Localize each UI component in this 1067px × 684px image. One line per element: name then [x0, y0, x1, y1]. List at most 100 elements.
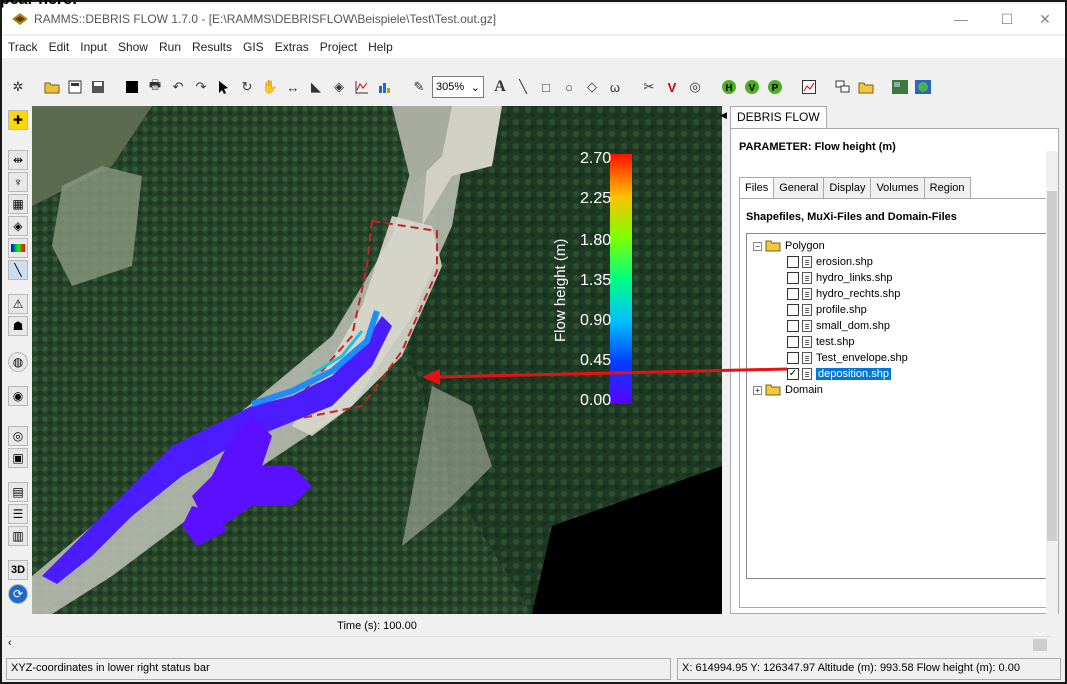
globe-icon[interactable] [913, 77, 933, 97]
scrollbar-thumb[interactable] [1033, 639, 1047, 651]
histogram-icon[interactable] [375, 77, 395, 97]
redo-icon[interactable]: ↷ [191, 77, 211, 97]
target-icon[interactable]: ◎ [685, 77, 705, 97]
lamp-icon[interactable]: ♆ [8, 172, 28, 192]
save-icon[interactable] [88, 77, 108, 97]
checkbox[interactable] [787, 336, 799, 348]
tree-file[interactable]: Test_envelope.shp [787, 350, 908, 366]
polygon-tool-icon[interactable]: ◇ [582, 77, 602, 97]
folder-icon[interactable] [856, 77, 876, 97]
checkbox[interactable] [787, 304, 799, 316]
menu-extras[interactable]: Extras [275, 40, 309, 54]
rotate-icon[interactable]: ↻ [237, 77, 257, 97]
freehand-tool-icon[interactable]: ω [605, 77, 625, 97]
pen-icon[interactable]: ✎ [409, 77, 429, 97]
gray-circle-icon[interactable]: ◍ [8, 352, 28, 372]
panel-scrollbar[interactable] [1046, 151, 1058, 619]
hazard-icon[interactable]: ☗ [8, 316, 28, 336]
map-image-icon[interactable] [890, 77, 910, 97]
eraser-icon[interactable]: ◈ [329, 77, 349, 97]
add-icon[interactable]: ✚ [8, 110, 28, 130]
file-icon [802, 368, 812, 380]
menu-project[interactable]: Project [320, 40, 357, 54]
v-red-icon[interactable]: V [662, 77, 682, 97]
line-tool-icon[interactable]: ╲ [513, 77, 533, 97]
table-icon[interactable]: ▥ [8, 526, 28, 546]
tab-debris-flow[interactable]: DEBRIS FLOW [730, 106, 827, 128]
record-icon[interactable]: ◉ [8, 386, 28, 406]
tab-volumes[interactable]: Volumes [870, 177, 925, 199]
p-circle-icon[interactable]: P [765, 77, 785, 97]
close-button[interactable]: ✕ [1022, 4, 1065, 34]
new-file-icon[interactable] [65, 77, 85, 97]
tree-file[interactable]: hydro_rechts.shp [787, 286, 900, 302]
zoom-select[interactable]: 305% ⌄ [432, 76, 484, 98]
v-circle-icon[interactable]: V [742, 77, 762, 97]
file-icon [802, 304, 812, 316]
profile-chart-icon[interactable] [352, 77, 372, 97]
menu-edit[interactable]: Edit [49, 40, 70, 54]
pan-hand-icon[interactable]: ✋ [260, 77, 280, 97]
scroll-left-icon[interactable]: ‹ [8, 637, 12, 649]
fill-icon[interactable]: ◣ [306, 77, 326, 97]
menu-input[interactable]: Input [80, 40, 107, 54]
eye-icon[interactable]: ◎ [8, 426, 28, 446]
checkbox[interactable] [787, 272, 799, 284]
tab-general[interactable]: General [773, 177, 825, 199]
tab-files[interactable]: Files [739, 177, 775, 199]
collapse-arrow-icon[interactable]: ◀ [720, 110, 727, 121]
pointer-icon[interactable] [214, 77, 234, 97]
collapse-icon[interactable]: − [753, 241, 762, 251]
release-area-icon[interactable]: ⚠ [8, 294, 28, 314]
status-message: XYZ-coordinates in lower right status ba… [6, 658, 671, 680]
menu-results[interactable]: Results [192, 40, 232, 54]
layers-icon[interactable]: ◈ [8, 216, 28, 236]
camera-icon[interactable]: ▣ [8, 448, 28, 468]
tree-file[interactable]: erosion.shp [787, 254, 873, 270]
black-square-icon[interactable] [122, 77, 142, 97]
resize-icon[interactable]: ⇹ [8, 150, 28, 170]
list-icon[interactable]: ☰ [8, 504, 28, 524]
map-horizontal-scrollbar[interactable]: ‹ [6, 636, 1051, 652]
text-tool-icon[interactable]: A [490, 77, 510, 97]
tree-file[interactable]: test.shp [787, 334, 855, 350]
tree-file[interactable]: profile.shp [787, 302, 867, 318]
undo-icon[interactable]: ↶ [168, 77, 188, 97]
3d-view-icon[interactable]: 3D [8, 560, 28, 580]
resize-horizontal-icon[interactable]: ↔ [283, 77, 303, 97]
minimize-button[interactable]: — [938, 4, 984, 34]
refresh-icon[interactable]: ⟳ [8, 584, 28, 604]
file-label: hydro_links.shp [816, 272, 893, 284]
tree-file-selected[interactable]: ✓ deposition.shp [787, 366, 891, 382]
line-chart-icon[interactable] [799, 77, 819, 97]
h-circle-icon[interactable]: H [719, 77, 739, 97]
rectangle-tool-icon[interactable]: □ [536, 77, 556, 97]
time-label: Time (s): 100.00 [337, 620, 417, 632]
profile-line-icon[interactable]: ╲ [8, 260, 28, 280]
tab-region[interactable]: Region [923, 177, 971, 199]
menu-help[interactable]: Help [368, 40, 393, 54]
menu-run[interactable]: Run [159, 40, 181, 54]
open-folder-icon[interactable] [42, 77, 62, 97]
scissors-icon[interactable]: ✂ [639, 77, 659, 97]
ellipse-tool-icon[interactable]: ○ [559, 77, 579, 97]
menu-gis[interactable]: GIS [243, 40, 264, 54]
colorbar-icon[interactable] [8, 238, 28, 258]
document-icon[interactable]: ▤ [8, 482, 28, 502]
snowflake-icon[interactable]: ✲ [8, 77, 28, 97]
file-label: deposition.shp [816, 368, 891, 380]
print-icon[interactable]: 🖶 [145, 77, 165, 97]
tree-file[interactable]: hydro_links.shp [787, 270, 892, 286]
checkbox[interactable] [787, 320, 799, 332]
menu-track[interactable]: Track [8, 40, 38, 54]
menu-show[interactable]: Show [118, 40, 148, 54]
scrollbar-thumb[interactable] [1047, 191, 1057, 541]
checkbox[interactable] [787, 256, 799, 268]
grid-icon[interactable]: ▦ [8, 194, 28, 214]
tree-file[interactable]: small_dom.shp [787, 318, 890, 334]
file-icon [802, 352, 812, 364]
windows-icon[interactable] [833, 77, 853, 97]
checkbox[interactable] [787, 288, 799, 300]
tab-display[interactable]: Display [823, 177, 872, 199]
tree-node-polygon[interactable]: − Polygon [753, 238, 825, 254]
